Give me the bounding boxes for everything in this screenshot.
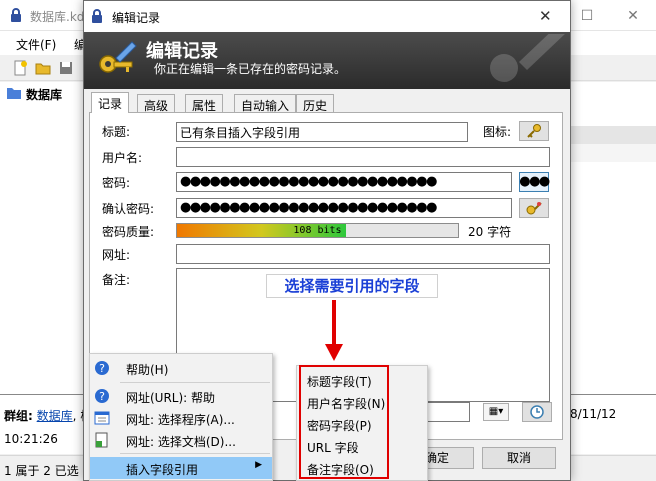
close-icon[interactable]: ✕ (610, 0, 656, 31)
icon-label: 图标: (483, 125, 512, 139)
cancel-button[interactable]: 取消 (482, 447, 556, 469)
title-label: 标题: (102, 125, 131, 139)
open-folder-icon[interactable] (35, 60, 51, 76)
quality-chars: 20 字符 (468, 225, 512, 239)
time-info: 10:21:26 (4, 432, 58, 446)
tab-autotype[interactable]: 自动输入 (234, 94, 297, 113)
quality-bar: 108 bits (176, 223, 459, 238)
annotation-highlight-box (299, 365, 389, 479)
program-icon (94, 411, 110, 425)
submenu-arrow-icon: ▶ (255, 460, 262, 470)
key-pencil-icon (490, 34, 565, 82)
tab-history[interactable]: 历史 (296, 94, 335, 113)
menu-item-help[interactable]: ? 帮助(H) (90, 357, 272, 379)
menu-item-select-document[interactable]: 网址: 选择文档(D)... (90, 429, 272, 451)
notes-label: 备注: (102, 273, 131, 287)
dialog-titlebar: 编辑记录 ✕ (84, 1, 570, 32)
key-icon (527, 124, 541, 138)
help-icon: ? (95, 389, 109, 403)
icon-picker-button[interactable] (519, 121, 549, 141)
main-window-title: 数据库.kd (30, 10, 85, 24)
save-icon[interactable] (58, 60, 74, 76)
menu-separator (120, 382, 270, 383)
annotation-arrow (325, 300, 343, 361)
tab-properties[interactable]: 属性 (185, 94, 224, 113)
tab-entry[interactable]: 记录 (91, 92, 130, 113)
calendar-dropdown[interactable]: ▦▾ (483, 403, 509, 421)
status-text: 1 属于 2 已选 (4, 464, 79, 478)
key-pencil-icon (99, 41, 137, 73)
title-field[interactable]: 已有条目插入字段引用 (176, 122, 468, 142)
list-item[interactable] (570, 144, 656, 162)
entry-list (570, 82, 656, 394)
lock-icon (92, 9, 102, 23)
close-icon[interactable]: ✕ (539, 7, 552, 25)
password-label: 密码: (102, 176, 131, 190)
quality-bits: 108 bits (293, 225, 342, 236)
expiry-presets-button[interactable] (522, 402, 552, 422)
database-icon (7, 88, 21, 99)
password-field[interactable]: ●●●●●●●●●●●●●●●●●●●●●●●●●● (176, 172, 512, 192)
dialog-title: 编辑记录 (112, 11, 161, 25)
document-icon (95, 432, 108, 448)
clock-icon (530, 405, 544, 419)
menu-file[interactable]: 文件(F) (16, 36, 56, 53)
context-menu: ? 帮助(H) ? 网址(URL): 帮助 网址: 选择程序(A)... 网址:… (89, 353, 273, 481)
banner-subtitle: 你正在编辑一条已存在的密码记录。 (154, 62, 347, 76)
confirm-password-field[interactable]: ●●●●●●●●●●●●●●●●●●●●●●●●●● (176, 198, 512, 218)
new-file-icon[interactable] (12, 60, 28, 76)
date-info: 8/11/12 (570, 407, 617, 421)
url-field[interactable] (176, 244, 550, 264)
menu-item-select-program[interactable]: 网址: 选择程序(A)... (90, 407, 272, 429)
menu-item-insert-field-reference[interactable]: 插入字段引用 ▶ (90, 457, 272, 479)
generate-password-button[interactable] (519, 198, 549, 218)
username-label: 用户名: (102, 151, 143, 165)
list-item[interactable] (570, 126, 656, 144)
url-label: 网址: (102, 248, 131, 262)
tab-advanced[interactable]: 高级 (137, 94, 176, 113)
reveal-password-button[interactable]: ●●● (519, 172, 550, 192)
quality-label: 密码质量: (102, 225, 155, 239)
lock-icon (11, 8, 21, 22)
tree-root-label[interactable]: 数据库 (26, 86, 62, 103)
username-field[interactable] (176, 147, 550, 167)
svg-text:?: ? (99, 362, 105, 375)
menu-item-url-help[interactable]: ? 网址(URL): 帮助 (90, 385, 272, 407)
group-tree: 数据库 (0, 82, 84, 394)
dialog-banner: 编辑记录 你正在编辑一条已存在的密码记录。 (84, 32, 570, 89)
confirm-password-label: 确认密码: (102, 202, 155, 216)
menu-separator (120, 453, 270, 454)
group-info: 群组: 数据库, 核 (4, 409, 92, 423)
generator-icon (526, 202, 542, 215)
group-link[interactable]: 数据库 (37, 409, 73, 423)
annotation-callout: 选择需要引用的字段 (266, 274, 438, 298)
help-icon: ? (95, 361, 109, 375)
svg-text:?: ? (99, 390, 105, 403)
